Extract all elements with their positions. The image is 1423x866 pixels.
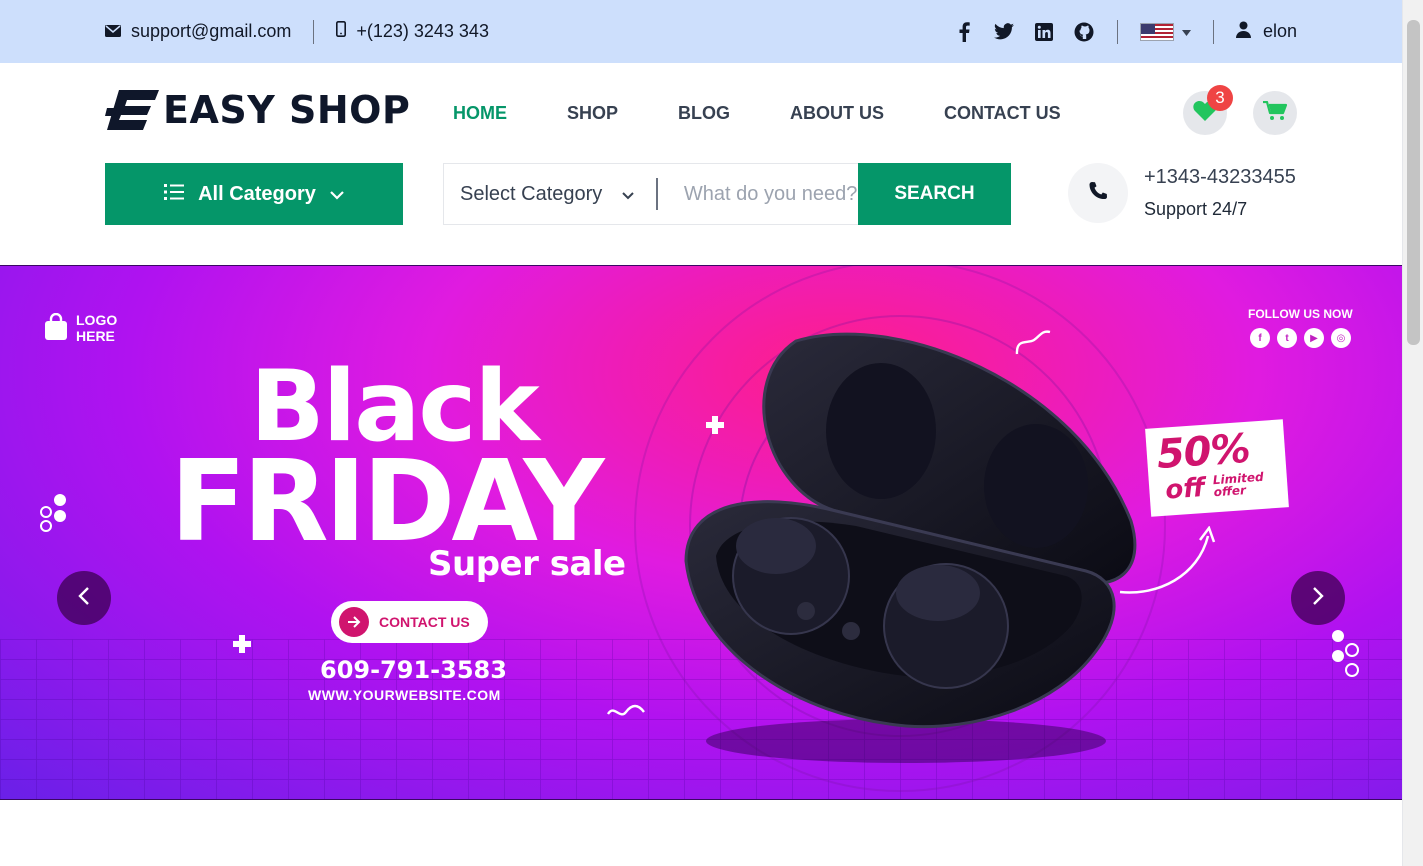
nav-blog[interactable]: BLOG xyxy=(678,103,730,124)
phone-contact[interactable]: +(123) 3243 343 xyxy=(336,21,489,42)
cart-button[interactable] xyxy=(1253,91,1297,135)
main-nav: HOME SHOP BLOG ABOUT US CONTACT US xyxy=(453,103,1121,124)
social-links xyxy=(953,21,1095,43)
carousel-next-button[interactable] xyxy=(1291,571,1345,625)
facebook-icon: f xyxy=(1250,328,1270,348)
main-header: EASY SHOP HOME SHOP BLOG ABOUT US CONTAC… xyxy=(0,63,1402,163)
divider xyxy=(313,19,315,44)
twitter-icon[interactable] xyxy=(993,21,1015,43)
plus-decoration-icon xyxy=(233,635,251,653)
github-icon[interactable] xyxy=(1073,21,1095,43)
wishlist-button[interactable]: 3 xyxy=(1183,85,1233,135)
us-flag-icon xyxy=(1139,22,1174,41)
all-category-label: All Category xyxy=(198,182,316,205)
youtube-icon: ▶ xyxy=(1304,328,1324,348)
list-icon xyxy=(164,183,185,206)
discount-limited: Limited offer xyxy=(1212,470,1264,500)
carousel-prev-button[interactable] xyxy=(57,571,111,625)
search-button[interactable]: SEARCH xyxy=(857,163,1011,225)
curved-arrow-icon xyxy=(1119,526,1216,594)
email-text: support@gmail.com xyxy=(131,21,292,41)
dots-decoration-icon xyxy=(1332,630,1359,677)
hero-banner: LOGO HERE Black FRIDAY Super sale CONTAC… xyxy=(0,265,1402,800)
user-icon xyxy=(1235,21,1251,43)
nav-contact-us[interactable]: CONTACT US xyxy=(944,103,1061,124)
support-label: Support 24/7 xyxy=(1144,199,1248,219)
top-bar: support@gmail.com +(123) 3243 343 elon xyxy=(0,0,1402,63)
user-menu[interactable]: elon xyxy=(1235,21,1297,43)
phone-icon xyxy=(1088,181,1108,206)
discount-limited-line2: offer xyxy=(1213,483,1247,500)
shopping-bag-icon xyxy=(44,312,68,344)
wishlist-count-badge: 3 xyxy=(1207,85,1233,111)
discount-off: off xyxy=(1164,472,1206,506)
banner-website: WWW.YOURWEBSITE.COM xyxy=(308,687,501,703)
banner-headline-friday: FRIDAY xyxy=(170,437,604,567)
username: elon xyxy=(1262,21,1297,41)
discount-percent: 50% xyxy=(1155,425,1252,479)
nav-about-us[interactable]: ABOUT US xyxy=(790,103,884,124)
banner-logo-line2: HERE xyxy=(76,328,115,344)
divider xyxy=(1116,19,1118,44)
discount-badge: 50% off Limited offer xyxy=(1145,419,1289,517)
site-logo[interactable]: EASY SHOP xyxy=(105,88,410,132)
twitter-icon: t xyxy=(1277,328,1297,348)
mobile-icon xyxy=(336,21,347,42)
all-category-button[interactable]: All Category xyxy=(105,163,403,225)
top-right: elon xyxy=(953,0,1297,63)
email-contact[interactable]: support@gmail.com xyxy=(105,21,291,42)
chevron-down-icon xyxy=(622,183,634,206)
banner-follow-text: FOLLOW US NOW xyxy=(1248,307,1353,321)
nav-shop[interactable]: SHOP xyxy=(567,103,618,124)
banner-social-icons: f t ▶ ◎ xyxy=(1250,328,1351,348)
chevron-left-icon xyxy=(78,586,90,611)
scrollbar-thumb[interactable] xyxy=(1407,20,1420,345)
top-contact: support@gmail.com +(123) 3243 343 xyxy=(105,0,489,63)
support-phone[interactable]: +1343-43233455 xyxy=(1144,166,1296,189)
language-selector[interactable] xyxy=(1139,22,1191,41)
page-scrollbar[interactable] xyxy=(1402,0,1423,866)
banner-contact-label: CONTACT US xyxy=(379,614,470,630)
banner-subheadline: Super sale xyxy=(428,544,626,584)
category-select-value: Select Category xyxy=(460,182,603,205)
phone-icon-circle xyxy=(1068,163,1128,223)
banner-contact-button[interactable]: CONTACT US xyxy=(331,601,488,643)
logo-text: EASY SHOP xyxy=(163,88,411,132)
mail-icon xyxy=(105,21,121,42)
arrow-right-icon xyxy=(339,607,369,637)
search-bar: Select Category SEARCH xyxy=(443,163,1011,225)
banner-logo: LOGO HERE xyxy=(44,312,117,344)
support-contact: +1343-43233455 Support 24/7 xyxy=(1068,163,1296,223)
plus-decoration-icon xyxy=(706,416,724,434)
caret-down-icon xyxy=(1181,23,1191,41)
logo-mark-icon xyxy=(105,90,159,130)
facebook-icon[interactable] xyxy=(953,21,975,43)
cart-icon xyxy=(1263,100,1288,126)
chevron-right-icon xyxy=(1312,586,1324,611)
search-input[interactable] xyxy=(657,164,858,224)
divider xyxy=(1212,19,1214,44)
header-icons: 3 xyxy=(1183,85,1297,135)
phone-text: +(123) 3243 343 xyxy=(356,21,489,41)
category-select[interactable]: Select Category xyxy=(444,164,656,224)
support-text: +1343-43233455 Support 24/7 xyxy=(1144,166,1296,220)
instagram-icon: ◎ xyxy=(1331,328,1351,348)
earbuds-image xyxy=(684,332,1137,763)
squiggle-decoration-icon xyxy=(606,704,645,716)
banner-phone: 609-791-3583 xyxy=(320,656,507,684)
chevron-down-icon xyxy=(330,183,344,206)
nav-home[interactable]: HOME xyxy=(453,103,507,124)
banner-logo-line1: LOGO xyxy=(76,312,118,328)
dots-decoration-icon xyxy=(40,494,66,532)
squiggle-decoration-icon xyxy=(1015,330,1051,355)
linkedin-icon[interactable] xyxy=(1033,21,1055,43)
